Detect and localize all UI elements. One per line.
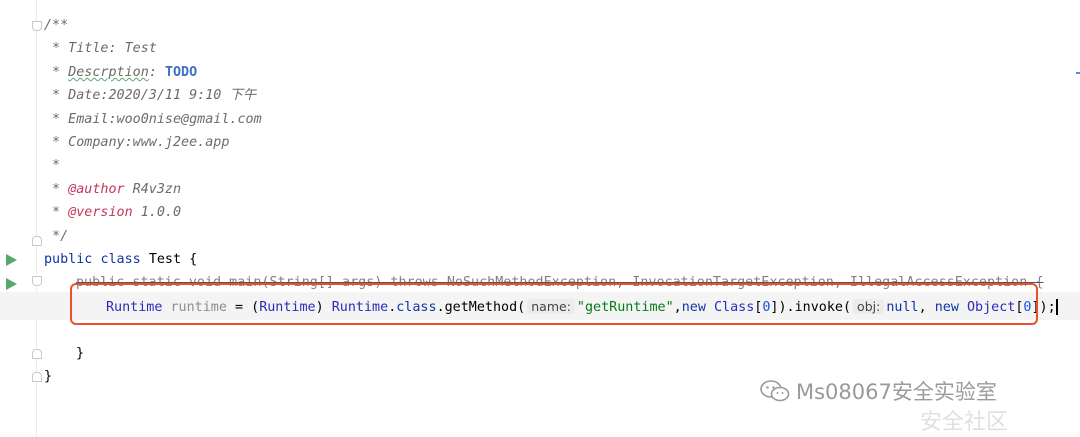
run-class-icon[interactable]: [6, 254, 17, 266]
comment-author: * @author R4v3zn: [44, 180, 181, 200]
comment-prefix: *: [44, 205, 69, 220]
comment-description: * Descrption: TODO: [44, 63, 197, 83]
comment-prefix: *: [44, 65, 69, 80]
comment-todo: TODO: [164, 65, 198, 80]
wechat-icon: [760, 380, 790, 402]
author-value: R4v3zn: [124, 182, 182, 197]
class-close-brace: }: [44, 369, 53, 384]
comment-date: * Date:2020/3/11 9:10 下午: [44, 88, 257, 103]
fold-method-end-icon[interactable]: [32, 349, 42, 359]
watermark: Ms08067安全实验室: [760, 376, 997, 406]
run-main-icon[interactable]: [6, 278, 17, 290]
class-name: Test: [148, 252, 182, 267]
comment-title: * Title: Test: [44, 41, 157, 56]
version-value: 1.0.0: [132, 205, 182, 220]
brace: {: [181, 252, 198, 267]
editor-gutter: [0, 0, 36, 437]
comment-close: */: [44, 229, 69, 244]
keyword-public: public: [44, 252, 93, 267]
comment-desc-colon: :: [148, 65, 165, 80]
fold-class-end-icon[interactable]: [32, 372, 42, 382]
author-tag: @author: [68, 182, 125, 197]
method-close-brace: }: [76, 346, 85, 361]
fold-comment-end-icon[interactable]: [32, 236, 42, 246]
watermark-secondary: 安全社区: [920, 410, 1009, 435]
comment-version: * @version 1.0.0: [44, 203, 181, 223]
fold-method-start-icon[interactable]: [32, 276, 42, 286]
comment-company: * Company:www.j2ee.app: [44, 135, 230, 150]
fold-comment-start-icon[interactable]: [32, 21, 42, 31]
highlight-box: [70, 283, 1038, 325]
comment-blank: *: [44, 158, 61, 173]
scrollbar-marker[interactable]: [1076, 72, 1080, 74]
comment-prefix: *: [44, 182, 69, 197]
comment-open: /**: [44, 18, 69, 33]
watermark-text: Ms08067安全实验室: [796, 380, 997, 404]
comment-desc-word: Descrption: [68, 65, 149, 80]
class-declaration: public class Test {: [44, 250, 197, 270]
comment-email: * Email:woo0nise@gmail.com: [44, 112, 262, 127]
version-tag: @version: [68, 205, 133, 220]
text-caret: [1055, 299, 1058, 315]
keyword-class: class: [100, 252, 141, 267]
